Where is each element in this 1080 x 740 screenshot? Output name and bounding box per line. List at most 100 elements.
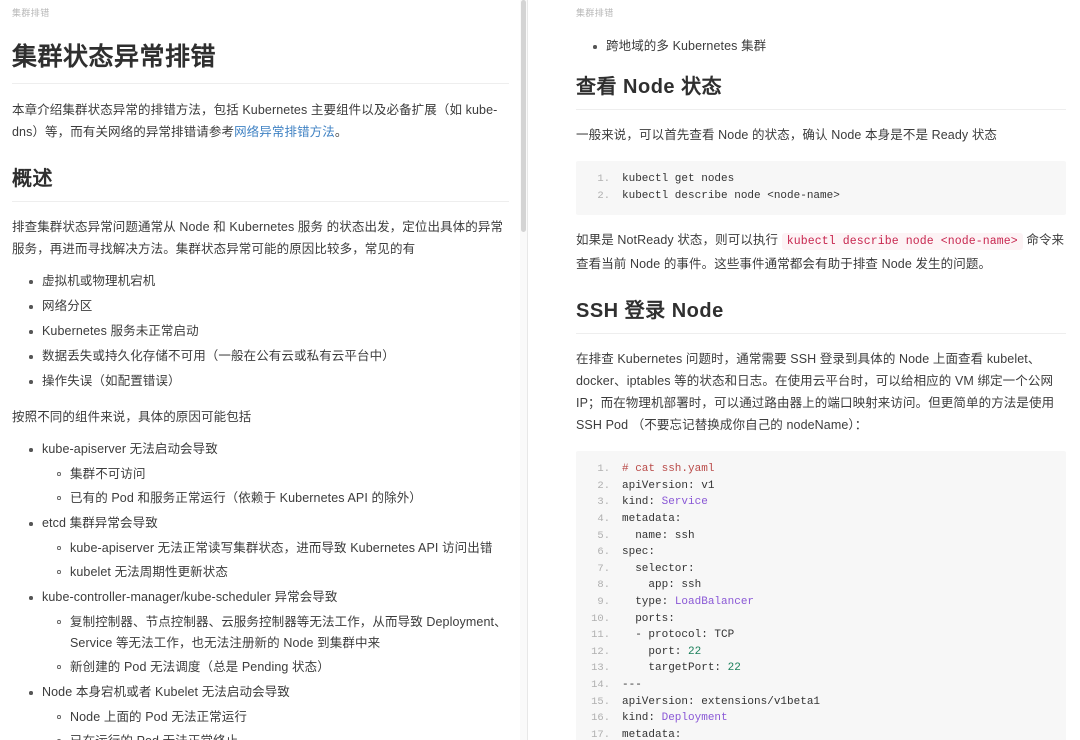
document-viewer: 集群排错 集群状态异常排错 本章介绍集群状态异常的排错方法，包括 Kuberne… — [0, 0, 1080, 740]
list-item: 虚拟机或物理机宕机 — [29, 271, 509, 292]
notready-paragraph: 如果是 NotReady 状态，则可以执行 kubectl describe n… — [576, 229, 1066, 275]
code-line: 2. kubectl describe node <node-name> — [576, 188, 1066, 205]
code-line-number: 2. — [597, 479, 610, 492]
components-lead-paragraph: 按照不同的组件来说，具体的原因可能包括 — [12, 410, 252, 424]
running-header-left: 集群排错 — [12, 8, 50, 18]
code-line-number: 6. — [597, 546, 610, 559]
code-line: 9. type: LoadBalancer — [576, 594, 1066, 611]
code-line: 5. name: ssh — [576, 528, 1066, 545]
nested-list: 复制控制器、节点控制器、云服务控制器等无法工作，从而导致 Deployment、… — [42, 612, 509, 678]
list-item-label: Node 本身宕机或者 Kubelet 无法启动会导致 — [42, 685, 290, 699]
node-commands-code-block[interactable]: 1. kubectl get nodes 2. kubectl describe no… — [576, 161, 1066, 216]
nested-list: Node 上面的 Pod 无法正常运行已在运行的 Pod 无法正常终止 — [42, 707, 509, 740]
code-line-text: - protocol: TCP — [622, 627, 734, 644]
code-line-text: metadata: — [622, 511, 681, 528]
code-line-text: kubectl describe node <node-name> — [622, 189, 840, 202]
code-line-text: port: 22 — [622, 644, 701, 661]
running-header-right: 集群排错 — [576, 8, 614, 18]
code-line: 13. targetPort: 22 — [576, 660, 1066, 677]
code-line-number: 3. — [597, 496, 610, 509]
code-token: - protocol: TCP — [622, 629, 735, 642]
code-line-number: 7. — [597, 562, 610, 575]
code-line-number: 12. — [591, 645, 610, 658]
code-token: Service — [661, 496, 708, 509]
code-line: 16. kind: Deployment — [576, 710, 1066, 727]
code-line-number: 17. — [591, 728, 610, 740]
code-token: port: — [622, 645, 689, 658]
code-line: 10. ports: — [576, 611, 1066, 628]
code-token: selector: — [622, 562, 695, 575]
nested-list-item: 新创建的 Pod 无法调度（总是 Pending 状态） — [57, 657, 509, 678]
left-pane-scrollbar-thumb[interactable] — [521, 0, 526, 232]
nested-list-item: Node 上面的 Pod 无法正常运行 — [57, 707, 509, 728]
code-line: 3. kind: Service — [576, 494, 1066, 511]
describe-node-inline-code: kubectl describe node <node-name> — [781, 233, 1023, 251]
code-line: 6. spec: — [576, 544, 1066, 561]
list-item-label: kube-controller-manager/kube-scheduler 异… — [42, 590, 338, 604]
common-causes-list: 虚拟机或物理机宕机 网络分区 Kubernetes 服务未正常启动 数据丢失或持久化存… — [12, 271, 509, 392]
list-item-label: etcd 集群异常会导致 — [42, 516, 158, 530]
code-line-text: kind: Deployment — [622, 710, 728, 727]
list-item: Kubernetes 服务未正常启动 — [29, 321, 509, 342]
code-line: 1. kubectl get nodes — [576, 171, 1066, 188]
code-token: # cat ssh.yaml — [622, 463, 715, 476]
code-line-number: 9. — [597, 595, 610, 608]
code-token: kind: — [622, 496, 662, 509]
nested-list-item: 已有的 Pod 和服务正常运行（依赖于 Kubernetes API 的除外） — [57, 488, 509, 509]
code-line: 15. apiVersion: extensions/v1beta1 — [576, 694, 1066, 711]
code-line-number: 14. — [591, 678, 610, 691]
overview-paragraph: 排查集群状态异常问题通常从 Node 和 Kubernetes 服务 的状态出发… — [12, 220, 504, 256]
page-title-heading: 集群状态异常排错 — [12, 40, 509, 84]
code-line: 8. app: ssh — [576, 577, 1066, 594]
code-line-text: apiVersion: extensions/v1beta1 — [622, 694, 820, 711]
code-line-text: type: LoadBalancer — [622, 594, 754, 611]
left-page-pane[interactable]: 集群排错 集群状态异常排错 本章介绍集群状态异常的排错方法，包括 Kuberne… — [0, 0, 528, 740]
code-line: 4. metadata: — [576, 511, 1066, 528]
list-item: 跨地域的多 Kubernetes 集群 — [593, 36, 1066, 57]
left-pane-scrollbar[interactable] — [520, 0, 527, 740]
page-gutter — [528, 0, 550, 740]
code-token: LoadBalancer — [674, 595, 755, 608]
continued-list: 跨地域的多 Kubernetes 集群 — [576, 36, 1066, 57]
code-token: 22 — [688, 645, 702, 658]
code-token: name: ssh — [622, 529, 695, 542]
intro-text-after-link: 。 — [334, 125, 348, 139]
code-line-text: kind: Service — [622, 494, 708, 511]
node-status-paragraph: 一般来说，可以首先查看 Node 的状态，确认 Node 本身是不是 Ready… — [576, 128, 998, 142]
code-line-number: 4. — [597, 512, 610, 525]
code-line-number: 8. — [597, 579, 610, 592]
code-line-number: 10. — [591, 612, 610, 625]
code-token: kind: — [622, 712, 662, 725]
nested-list-item: 集群不可访问 — [57, 464, 509, 485]
list-item: etcd 集群异常会导致 kube-apiserver 无法正常读写集群状态，进而… — [29, 513, 509, 583]
code-token: 22 — [727, 662, 741, 675]
nested-list-item: kube-apiserver 无法正常读写集群状态，进而导致 Kubernete… — [57, 538, 509, 559]
code-token: metadata: — [622, 512, 682, 525]
code-line: 17. metadata: — [576, 727, 1066, 740]
network-troubleshooting-link[interactable]: 网络异常排错方法 — [234, 125, 335, 139]
code-line-number: 13. — [591, 662, 610, 675]
code-line-text: app: ssh — [622, 577, 701, 594]
code-line: 2. apiVersion: v1 — [576, 478, 1066, 495]
code-line: 1. # cat ssh.yaml — [576, 461, 1066, 478]
code-token: Deployment — [661, 712, 728, 725]
code-line-number: 15. — [591, 695, 610, 708]
ssh-login-heading: SSH 登录 Node — [576, 297, 1066, 335]
nested-list: 集群不可访问 已有的 Pod 和服务正常运行（依赖于 Kubernetes API… — [42, 464, 509, 509]
code-token: spec: — [622, 546, 656, 559]
code-line-number: 11. — [591, 629, 610, 642]
code-token: apiVersion: extensions/v1beta1 — [622, 695, 821, 708]
code-line-text: apiVersion: v1 — [622, 478, 714, 495]
code-line-text: spec: — [622, 544, 655, 561]
ssh-yaml-code-block[interactable]: 1. # cat ssh.yaml 2. apiVersion: v1 3. kind: … — [576, 451, 1066, 740]
notready-text-before-code: 如果是 NotReady 状态，则可以执行 — [576, 233, 779, 248]
code-line-text: targetPort: 22 — [622, 660, 741, 677]
nested-list-item: kubelet 无法周期性更新状态 — [57, 562, 509, 583]
code-line-number: 2. — [597, 189, 610, 202]
right-page-pane[interactable]: 集群排错 跨地域的多 Kubernetes 集群 查看 Node 状态 一般来说… — [550, 0, 1080, 740]
code-line-text: name: ssh — [622, 528, 695, 545]
code-token: app: ssh — [622, 579, 702, 592]
code-token: --- — [622, 678, 642, 691]
code-token: metadata: — [622, 728, 682, 740]
component-causes-list: kube-apiserver 无法启动会导致 集群不可访问 已有的 Pod 和服务正… — [12, 439, 509, 740]
